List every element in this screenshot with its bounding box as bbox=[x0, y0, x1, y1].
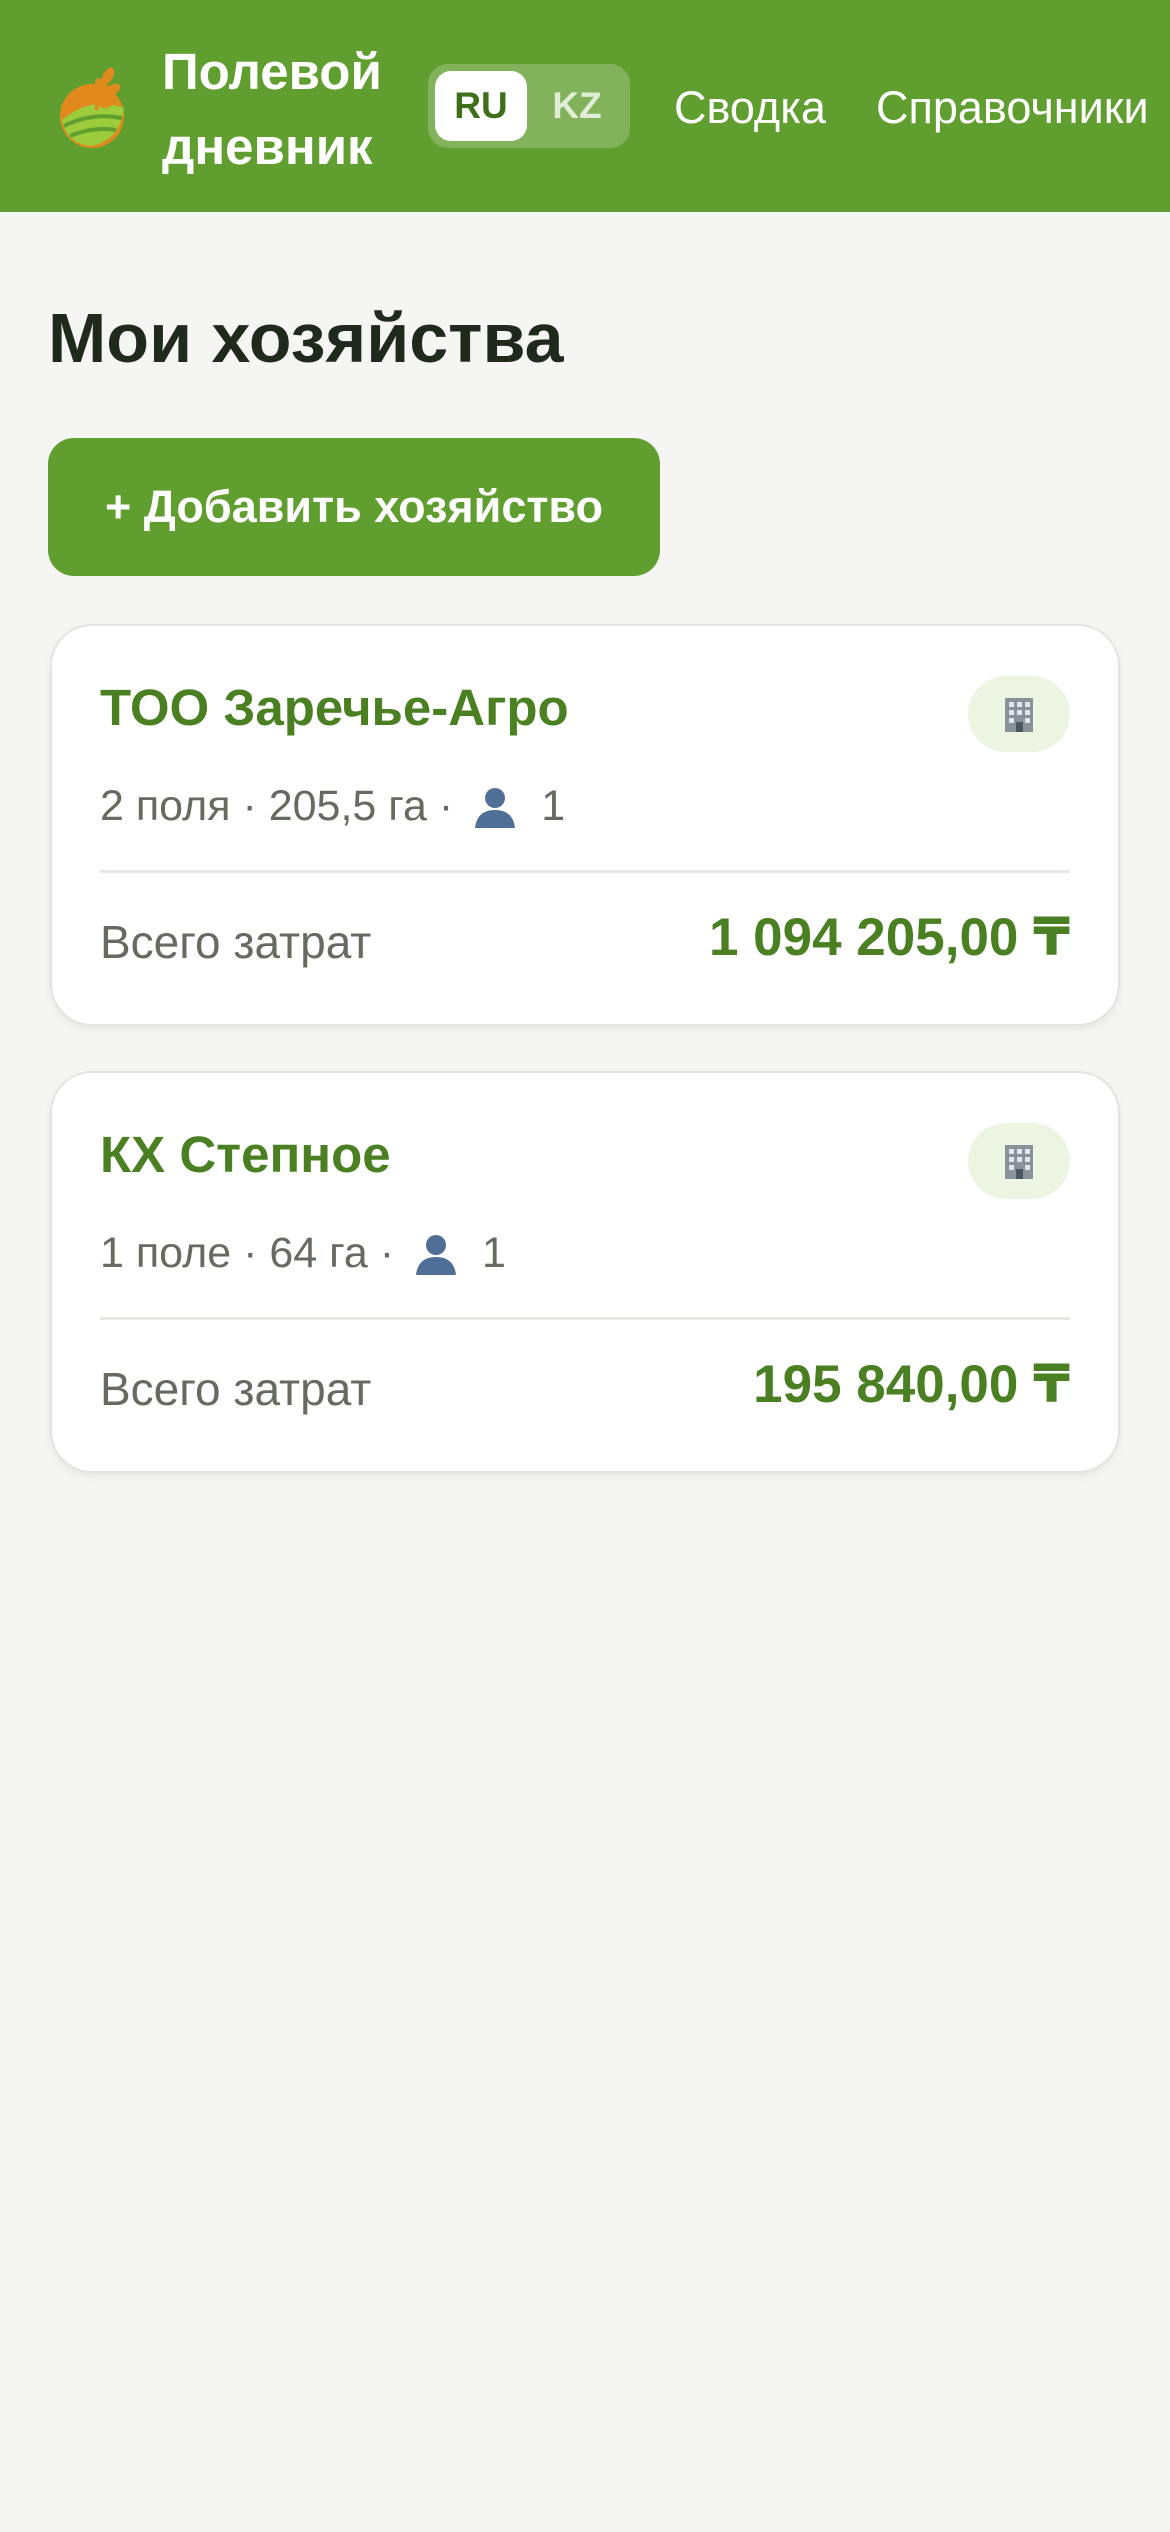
total-cost-value: 1 094 205,00 ₸ bbox=[708, 908, 1070, 967]
app-title-line1: Полевой bbox=[162, 43, 382, 100]
building-icon bbox=[968, 676, 1070, 752]
farm-card[interactable]: КХ Степное 1 поле · 64 га · 1 Всего затр… bbox=[50, 1071, 1120, 1473]
total-cost-value: 195 840,00 ₸ bbox=[753, 1355, 1070, 1414]
total-cost-label: Всего затрат bbox=[100, 1363, 372, 1415]
language-switcher: RU KZ bbox=[428, 64, 630, 148]
app-title[interactable]: Полевой дневник bbox=[162, 34, 432, 184]
farm-name[interactable]: ТОО Заречье-Агро bbox=[100, 678, 569, 738]
card-divider bbox=[100, 1317, 1070, 1320]
total-cost-label: Всего затрат bbox=[100, 916, 372, 968]
farm-meta: 2 поля · 205,5 га · 1 bbox=[100, 778, 565, 834]
lang-kz-button[interactable]: KZ bbox=[531, 71, 623, 141]
person-icon bbox=[475, 788, 516, 828]
person-icon bbox=[416, 1235, 457, 1275]
farm-user-count: 1 bbox=[541, 782, 566, 830]
wheat-field-logo-icon[interactable] bbox=[50, 60, 136, 152]
nav-references-link[interactable]: Справочники bbox=[876, 78, 1149, 138]
page-title: Мои хозяйства bbox=[48, 299, 564, 377]
app-title-line2: дневник bbox=[162, 118, 373, 175]
farm-meta-text: 2 поля · 205,5 га · bbox=[100, 782, 454, 830]
card-divider bbox=[100, 870, 1070, 873]
farm-meta-text: 1 поле · 64 га · bbox=[100, 1229, 395, 1277]
farm-card[interactable]: ТОО Заречье-Агро 2 поля · 205,5 га · 1 В… bbox=[50, 624, 1120, 1026]
building-icon bbox=[968, 1123, 1070, 1199]
lang-ru-button[interactable]: RU bbox=[435, 71, 527, 141]
app-header: Полевой дневник RU KZ Сводка Справочники bbox=[0, 0, 1170, 212]
farm-meta: 1 поле · 64 га · 1 bbox=[100, 1225, 506, 1281]
farm-name[interactable]: КХ Степное bbox=[100, 1125, 391, 1185]
farm-user-count: 1 bbox=[482, 1229, 506, 1277]
add-farm-button[interactable]: + Добавить хозяйство bbox=[48, 438, 660, 576]
nav-summary-link[interactable]: Сводка bbox=[674, 78, 826, 138]
